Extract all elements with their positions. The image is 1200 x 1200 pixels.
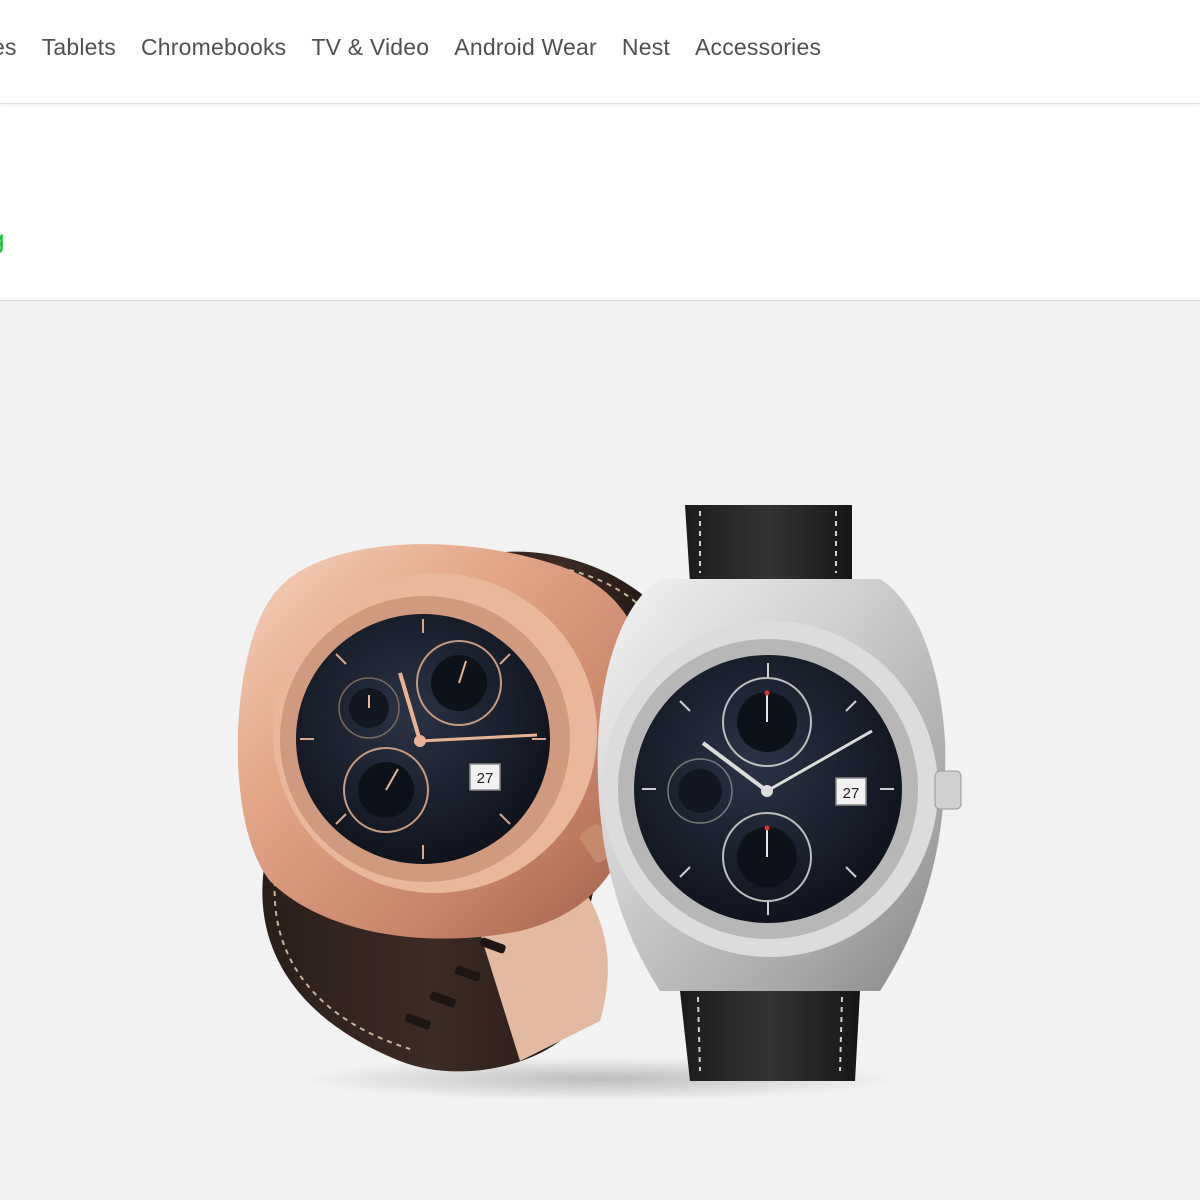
- rose-gold-watch: 27: [237, 544, 650, 1072]
- nav-item-tv-video[interactable]: TV & Video: [311, 30, 429, 64]
- top-navigation-bar: nes Tablets Chromebooks TV & Video Andro…: [0, 0, 1200, 104]
- hero-product-image: 27 27: [0, 301, 1200, 1200]
- nav-item-phones[interactable]: nes: [0, 30, 17, 64]
- nav-item-tablets[interactable]: Tablets: [42, 30, 116, 64]
- page-header: g: [0, 104, 1200, 301]
- gold-watch-date: 27: [477, 770, 494, 787]
- smartwatches-illustration: 27 27: [237, 505, 962, 1101]
- nav-item-android-wear[interactable]: Android Wear: [454, 30, 597, 64]
- silver-watch: 27: [597, 505, 962, 1081]
- nav-list: nes Tablets Chromebooks TV & Video Andro…: [0, 30, 846, 64]
- silver-watch-date: 27: [843, 785, 860, 802]
- nav-item-chromebooks[interactable]: Chromebooks: [141, 30, 286, 64]
- nav-item-accessories[interactable]: Accessories: [695, 30, 821, 64]
- header-partial-link[interactable]: g: [0, 224, 4, 254]
- nav-item-nest[interactable]: Nest: [622, 30, 670, 64]
